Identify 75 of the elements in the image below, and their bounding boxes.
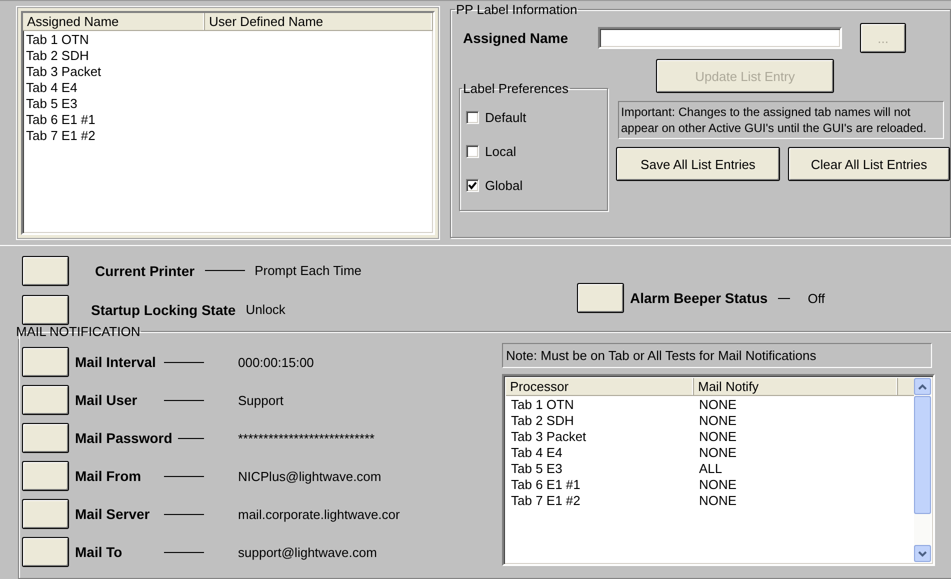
column-header[interactable]: Mail Notify	[694, 378, 898, 395]
setting-button[interactable]	[22, 537, 69, 567]
setting-label: Mail Interval	[75, 354, 156, 370]
group-title: Label Preferences	[462, 81, 570, 96]
setting-value: Off	[808, 290, 825, 306]
table-cell-text: NONE	[698, 492, 738, 508]
column-header[interactable]: Processor	[506, 378, 694, 395]
setting-button[interactable]	[577, 283, 624, 313]
group-title: MAIL NOTIFICATION	[15, 324, 142, 339]
table-cell-text: Tab 2 SDH	[510, 412, 575, 428]
setting-button[interactable]	[22, 347, 69, 377]
checkbox-label: Global	[485, 178, 523, 192]
scrollbar-thumb[interactable]	[914, 396, 931, 514]
list-item[interactable]: Tab 4 E4	[23, 80, 205, 94]
group-title: PP Label Information	[455, 2, 578, 17]
setting-label: Mail Server	[75, 506, 150, 522]
setting-value: support@lightwave.com	[238, 544, 377, 560]
setting-button[interactable]	[22, 385, 69, 415]
setting-button[interactable]	[22, 294, 69, 324]
checkbox[interactable]	[466, 178, 479, 192]
setting-label: Mail User	[75, 392, 138, 408]
chevron-down-icon	[918, 550, 927, 556]
setting-button[interactable]	[22, 256, 69, 286]
checkbox[interactable]	[466, 144, 479, 158]
list-item[interactable]: Tab 3 Packet	[23, 64, 205, 78]
clear-button[interactable]: Clear All List Entries	[788, 147, 950, 181]
setting-value: mail.corporate.lightwave.cor	[238, 506, 400, 522]
save-button[interactable]: Save All List Entries	[616, 147, 780, 181]
setting-value: ***************************	[238, 430, 375, 446]
checkbox-label: Local	[485, 144, 516, 158]
table-cell-text: Tab 3 Packet	[510, 428, 588, 444]
info-note: Important: Changes to the assigned tab names will not appear on other Active GUI's until the GUI's are reloaded.	[618, 101, 944, 139]
table-cell-text: ALL	[698, 460, 724, 476]
checkbox[interactable]	[466, 110, 479, 124]
table-cell-text: Tab 5 E3	[510, 460, 564, 476]
setting-button[interactable]	[22, 499, 69, 529]
table-cell-text: NONE	[698, 476, 738, 492]
table-cell-text: NONE	[698, 444, 738, 460]
setting-label: Alarm Beeper Status	[630, 290, 768, 306]
table-cell-text: NONE	[698, 428, 738, 444]
leader-line	[204, 270, 245, 271]
setting-label: Mail From	[75, 468, 142, 484]
setting-button[interactable]	[22, 461, 69, 491]
setting-value: NICPlus@lightwave.com	[238, 468, 382, 484]
setting-label: Mail Password	[75, 430, 172, 446]
checkbox-label: Default	[485, 110, 526, 124]
setting-button[interactable]	[22, 423, 69, 453]
list-item[interactable]: Tab 7 E1 #2	[23, 128, 205, 142]
column-header[interactable]: Assigned Name	[23, 13, 205, 30]
table-cell-text: NONE	[698, 396, 738, 412]
table-cell-text: Tab 4 E4	[510, 444, 564, 460]
table-cell-text: Tab 1 OTN	[510, 396, 575, 412]
field-label: Assigned Name	[463, 30, 568, 46]
table-cell-text: NONE	[698, 412, 738, 428]
setting-value: Support	[238, 392, 284, 408]
setting-value: 000:00:15:00	[238, 354, 314, 370]
list-item[interactable]: Tab 1 OTN	[23, 32, 205, 46]
setting-label: Mail To	[75, 544, 122, 560]
setting-label: Startup Locking State	[91, 302, 236, 318]
mail-note: Note: Must be on Tab or All Tests for Mail Notifications	[502, 343, 932, 368]
setting-value: Prompt Each Time	[254, 263, 362, 278]
list-item[interactable]: Tab 2 SDH	[23, 48, 205, 62]
setting-value: Unlock	[246, 302, 286, 317]
chevron-up-icon	[918, 384, 927, 390]
setting-label: Current Printer	[95, 262, 195, 278]
assigned-name-list[interactable]: Assigned Name User Defined Name Tab 1 OTN Tab 2 SDH Tab 3 Packet Tab 4 E4 Tab 5 E3 Tab 6 E1 #1 Tab 7 E1 #2	[21, 11, 435, 235]
table-cell-text: Tab 6 E1 #1	[510, 476, 582, 492]
scroll-up-button[interactable]	[914, 378, 931, 395]
scroll-down-button[interactable]	[914, 545, 931, 562]
table-cell-text: Tab 7 E1 #2	[510, 492, 582, 508]
processor-table[interactable]: Processor Mail Notify Tab 1 OTN NONE Tab 2 SDH NONE Tab 3 Packet NONE Tab 4 E4 NONE Tab 5 E3 ALL Tab 6 E1 #1 NONE Tab 7 E1 #2 NONE	[502, 374, 935, 566]
assigned-name-field[interactable]	[598, 27, 842, 49]
column-header[interactable]: User Defined Name	[205, 13, 433, 30]
list-item[interactable]: Tab 5 E3	[23, 96, 205, 110]
list-item[interactable]: Tab 6 E1 #1	[23, 112, 205, 126]
